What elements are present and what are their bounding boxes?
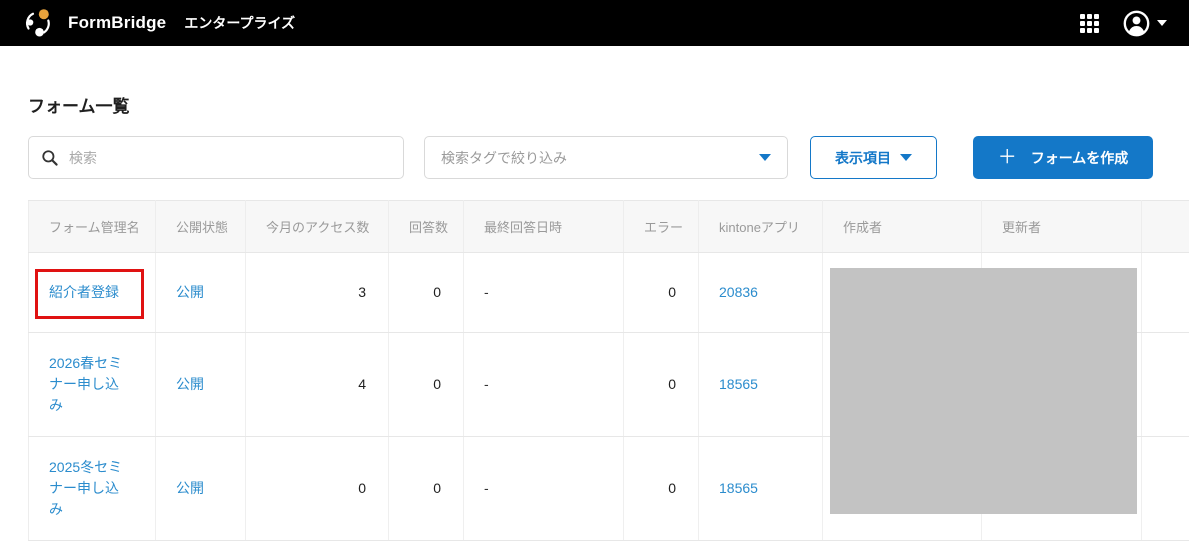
brand-group: FormBridge エンタープライズ <box>22 7 295 39</box>
column-header-errors: エラー <box>624 201 699 253</box>
top-actions <box>1080 10 1167 37</box>
page-title: フォーム一覧 <box>28 92 130 117</box>
column-header-monthly-access: 今月のアクセス数 <box>246 201 389 253</box>
answers-cell: 0 <box>389 437 464 541</box>
form-name-link[interactable]: 2026春セミナー申し込み <box>49 355 122 413</box>
monthly-access-cell: 0 <box>246 437 389 541</box>
apps-grid-icon[interactable] <box>1080 14 1099 33</box>
publish-status-link[interactable]: 公開 <box>176 480 204 496</box>
form-name-cell: 2025冬セミナー申し込み <box>29 437 156 541</box>
kintone-app-link[interactable]: 20836 <box>719 284 758 300</box>
column-header-extra <box>1142 201 1189 253</box>
column-header-publish-status: 公開状態 <box>156 201 246 253</box>
publish-status-cell: 公開 <box>156 437 246 541</box>
chevron-down-icon <box>759 154 771 161</box>
kintone-app-cell: 20836 <box>699 253 823 333</box>
redaction-overlay <box>830 268 1137 514</box>
kintone-app-link[interactable]: 18565 <box>719 480 758 496</box>
publish-status-link[interactable]: 公開 <box>176 376 204 392</box>
extra-cell <box>1142 437 1189 541</box>
plus-icon: ＋ <box>998 148 1017 167</box>
app-window: FormBridge エンタープライズ フォーム一覧 <box>0 0 1189 541</box>
plan-badge: エンタープライズ <box>184 13 295 33</box>
search-input[interactable] <box>69 150 391 166</box>
monthly-access-cell: 4 <box>246 333 389 437</box>
tag-filter-select[interactable]: 検索タグで絞り込み <box>424 136 788 179</box>
kintone-app-cell: 18565 <box>699 333 823 437</box>
chevron-down-icon <box>1157 20 1167 26</box>
brand-name: FormBridge <box>68 13 166 33</box>
monthly-access-cell: 3 <box>246 253 389 333</box>
answers-cell: 0 <box>389 333 464 437</box>
errors-cell: 0 <box>624 253 699 333</box>
create-form-button[interactable]: ＋ フォームを作成 <box>973 136 1153 179</box>
search-icon <box>41 149 59 167</box>
last-answer-cell: - <box>464 437 624 541</box>
form-name-cell: 2026春セミナー申し込み <box>29 333 156 437</box>
formbridge-logo-icon <box>22 7 54 39</box>
errors-cell: 0 <box>624 333 699 437</box>
kintone-app-link[interactable]: 18565 <box>719 376 758 392</box>
column-header-updater: 更新者 <box>982 201 1142 253</box>
kintone-app-cell: 18565 <box>699 437 823 541</box>
column-header-creator: 作成者 <box>823 201 982 253</box>
column-header-form-name: フォーム管理名 <box>29 201 156 253</box>
chevron-down-icon <box>900 154 912 161</box>
table-header-row: フォーム管理名 公開状態 今月のアクセス数 回答数 最終回答日時 エラー kin… <box>29 201 1189 253</box>
extra-cell <box>1142 333 1189 437</box>
display-items-button[interactable]: 表示項目 <box>810 136 937 179</box>
extra-cell <box>1142 253 1189 333</box>
account-menu-button[interactable] <box>1123 10 1167 37</box>
form-name-link[interactable]: 紹介者登録 <box>49 284 119 300</box>
publish-status-cell: 公開 <box>156 333 246 437</box>
errors-cell: 0 <box>624 437 699 541</box>
column-header-last-answer: 最終回答日時 <box>464 201 624 253</box>
last-answer-cell: - <box>464 253 624 333</box>
publish-status-link[interactable]: 公開 <box>176 284 204 300</box>
display-items-label: 表示項目 <box>835 148 891 168</box>
form-name-cell: 紹介者登録 <box>29 253 156 333</box>
publish-status-cell: 公開 <box>156 253 246 333</box>
last-answer-cell: - <box>464 333 624 437</box>
top-navigation-bar: FormBridge エンタープライズ <box>0 0 1189 46</box>
avatar-icon <box>1123 10 1150 37</box>
form-name-link[interactable]: 2025冬セミナー申し込み <box>49 459 122 517</box>
search-box <box>28 136 404 179</box>
tag-filter-placeholder: 検索タグで絞り込み <box>441 148 759 168</box>
answers-cell: 0 <box>389 253 464 333</box>
create-form-label: フォームを作成 <box>1031 148 1129 168</box>
column-header-answers: 回答数 <box>389 201 464 253</box>
column-header-kintone-app: kintoneアプリ <box>699 201 823 253</box>
